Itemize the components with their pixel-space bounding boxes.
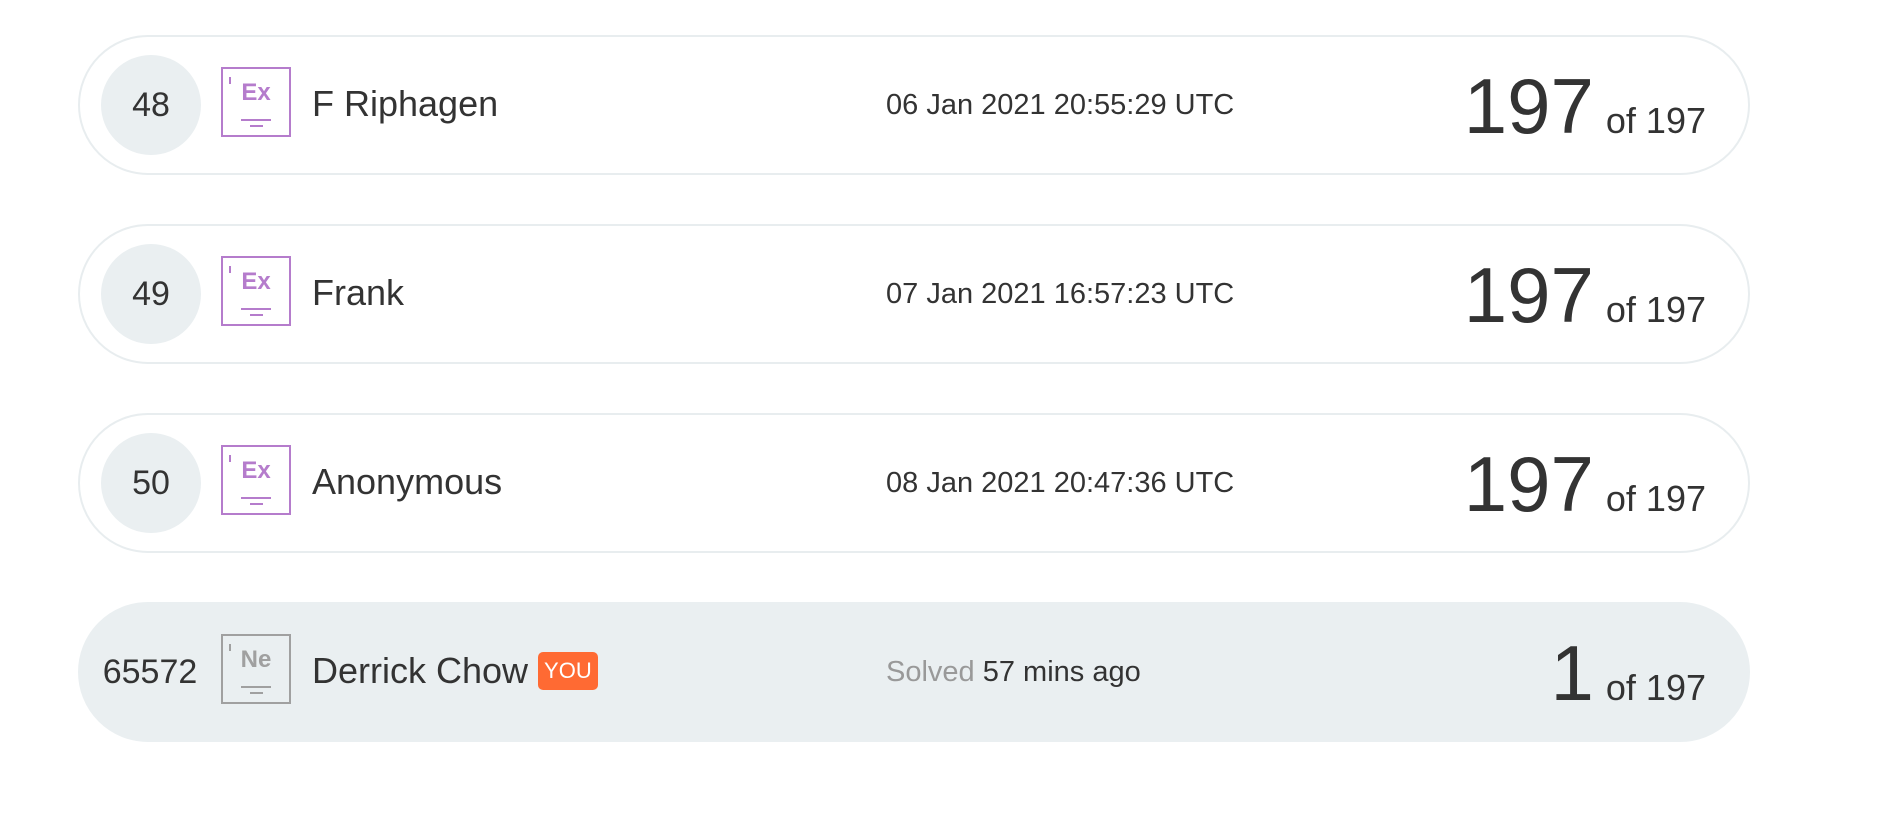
leaderboard-row[interactable]: 48 Ex F Riphagen 06 Jan 2021 20:55:29 UT… — [78, 35, 1750, 175]
rank: 49 — [101, 244, 201, 344]
level-badge-icon: Ex — [221, 67, 291, 137]
you-badge: YOU — [538, 652, 598, 690]
solved-date: 06 Jan 2021 20:55:29 UTC — [886, 89, 1235, 121]
user-name[interactable]: Anonymous — [312, 461, 502, 503]
level-badge-icon: Ne — [221, 634, 291, 704]
solved-status: Solved 57 mins ago — [886, 656, 1141, 688]
user-name[interactable]: F Riphagen — [312, 83, 498, 125]
user-name[interactable]: Frank — [312, 272, 404, 314]
rank: 48 — [101, 55, 201, 155]
leaderboard-row[interactable]: 49 Ex Frank 07 Jan 2021 16:57:23 UTC 197… — [78, 224, 1750, 364]
solved-date: 07 Jan 2021 16:57:23 UTC — [886, 278, 1235, 310]
solved-date: 08 Jan 2021 20:47:36 UTC — [886, 467, 1235, 499]
rank: 65572 — [102, 652, 198, 691]
user-name[interactable]: Derrick Chow YOU — [312, 650, 598, 692]
level-badge-icon: Ex — [221, 445, 291, 515]
leaderboard-row[interactable]: 50 Ex Anonymous 08 Jan 2021 20:47:36 UTC… — [78, 413, 1750, 553]
score: 1 of 197 — [1550, 629, 1706, 717]
current-user-row[interactable]: 65572 Ne Derrick Chow YOU Solved 57 mins … — [78, 602, 1750, 742]
rank: 50 — [101, 433, 201, 533]
level-badge-icon: Ex — [221, 256, 291, 326]
score: 197 of 197 — [1463, 62, 1706, 150]
score: 197 of 197 — [1463, 251, 1706, 339]
score: 197 of 197 — [1463, 440, 1706, 528]
